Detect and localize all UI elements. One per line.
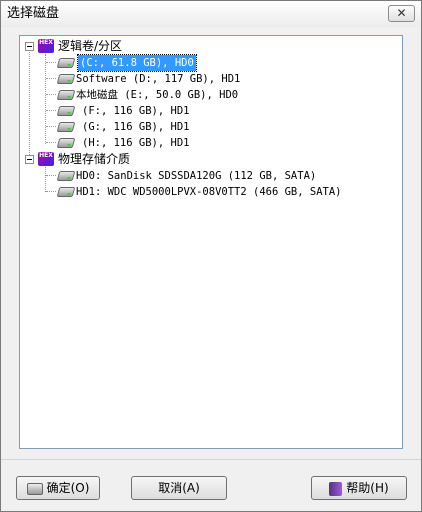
tree-connector (46, 110, 56, 111)
footer-divider (1, 459, 421, 460)
drive-icon (56, 171, 76, 181)
ok-button-label: 确定(O) (46, 481, 90, 495)
tree-connector (46, 126, 56, 127)
tree-item-label: (H:, 116 GB), HD1 (82, 137, 190, 149)
drive-icon (26, 482, 43, 495)
tree-connector (29, 49, 30, 159)
tree-connector (45, 54, 46, 144)
select-disk-dialog: 选择磁盘 ✕ HEX 逻辑卷/分区 (C:, 61.8 GB), HD0 Sof… (0, 0, 422, 512)
hex-icon: HEX (38, 152, 54, 166)
tree-item-label: (F:, 116 GB), HD1 (82, 105, 190, 117)
tree-item[interactable]: (H:, 116 GB), HD1 (56, 135, 256, 151)
tree-item-label: HD1: WDC WD5000LPVX-08V0TT2 (466 GB, SAT… (76, 186, 342, 198)
tree-item-label: (G:, 116 GB), HD1 (82, 121, 190, 133)
collapse-icon[interactable] (25, 155, 34, 164)
tree-item[interactable]: (C:, 61.8 GB), HD0 (56, 54, 256, 72)
tree-connector (46, 175, 56, 176)
title-bar[interactable]: 选择磁盘 ✕ (1, 1, 421, 27)
close-icon: ✕ (396, 6, 407, 20)
disk-tree[interactable]: HEX 逻辑卷/分区 (C:, 61.8 GB), HD0 Software (… (19, 35, 403, 449)
drive-icon (56, 58, 76, 68)
drive-icon (56, 187, 76, 197)
tree-connector (46, 62, 56, 63)
help-button[interactable]: 帮助(H) (311, 476, 407, 500)
tree-item[interactable]: HD1: WDC WD5000LPVX-08V0TT2 (466 GB, SAT… (56, 184, 376, 200)
tree-item[interactable]: (F:, 116 GB), HD1 (56, 103, 256, 119)
tree-connector (46, 78, 56, 79)
tree-item-label: HD0: SanDisk SDSSDA120G (112 GB, SATA) (76, 170, 317, 182)
tree-item-label: (C:, 61.8 GB), HD0 (77, 54, 197, 72)
tree-group-physical-media[interactable]: HEX 物理存储介质 (24, 151, 224, 167)
drive-icon (56, 74, 76, 84)
tree-item-label: Software (D:, 117 GB), HD1 (76, 73, 241, 85)
tree-connector (46, 94, 56, 95)
drive-icon (56, 90, 76, 100)
tree-item[interactable]: Software (D:, 117 GB), HD1 (56, 71, 306, 87)
hex-icon: HEX (38, 39, 54, 53)
close-button[interactable]: ✕ (388, 5, 415, 22)
tree-group-label: 物理存储介质 (58, 152, 131, 166)
cancel-button-label: 取消(A) (158, 481, 200, 495)
tree-connector (46, 142, 56, 143)
drive-icon (56, 138, 76, 148)
tree-item[interactable]: 本地磁盘 (E:, 50.0 GB), HD0 (56, 87, 306, 103)
drive-icon (56, 122, 76, 132)
help-button-label: 帮助(H) (346, 481, 389, 495)
drive-icon (56, 106, 76, 116)
tree-group-label: 逻辑卷/分区 (58, 39, 123, 53)
tree-connector (46, 191, 56, 192)
tree-item[interactable]: HD0: SanDisk SDSSDA120G (112 GB, SATA) (56, 168, 356, 184)
collapse-icon[interactable] (25, 42, 34, 51)
window-title: 选择磁盘 (7, 6, 60, 21)
tree-item-label: 本地磁盘 (E:, 50.0 GB), HD0 (76, 89, 239, 101)
tree-connector (45, 167, 46, 192)
help-book-icon (329, 481, 343, 496)
tree-item[interactable]: (G:, 116 GB), HD1 (56, 119, 256, 135)
tree-group-logical-volumes[interactable]: HEX 逻辑卷/分区 (24, 38, 224, 54)
cancel-button[interactable]: 取消(A) (131, 476, 227, 500)
ok-button[interactable]: 确定(O) (16, 476, 100, 500)
